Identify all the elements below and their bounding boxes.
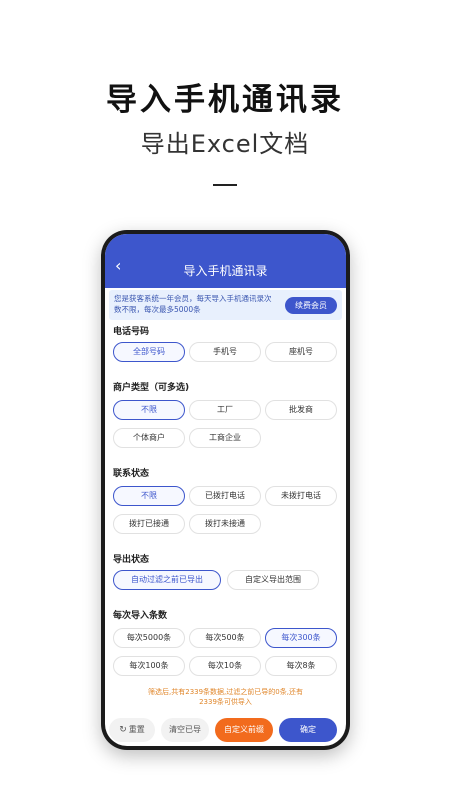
import-count-option-10[interactable]: 每次10条 (189, 656, 261, 676)
phone-type-option-mobile[interactable]: 手机号 (189, 342, 261, 362)
membership-notice-text: 您是获客系统一年会员，每天导入手机通讯录次数不限，每次最多5000条 (114, 294, 272, 314)
promo-subtitle: 导出Excel文档 (140, 130, 310, 158)
page-title: 导入手机通讯录 (183, 264, 268, 278)
import-count-option-5000[interactable]: 每次5000条 (113, 628, 185, 648)
merchant-type-label: 商户类型（可多选) (113, 383, 190, 393)
action-bar: ↻ 重置 清空已导 自定义前缀 确定 (105, 718, 346, 746)
contact-status-option-called[interactable]: 已拨打电话 (189, 486, 261, 506)
filter-summary: 筛选后,共有2339条数据,过滤之前已导的0条,还有 2339条可供导入 (115, 687, 336, 707)
clear-imported-button[interactable]: 清空已导 (161, 718, 209, 742)
membership-notice: 您是获客系统一年会员，每天导入手机通讯录次数不限，每次最多5000条 续费会员 (109, 290, 342, 320)
merchant-type-option-factory[interactable]: 工厂 (189, 400, 261, 420)
merchant-type-option-enterprise[interactable]: 工商企业 (189, 428, 261, 448)
reset-button[interactable]: ↻ 重置 (109, 718, 155, 742)
reset-button-label: 重置 (128, 725, 145, 734)
import-count-option-300[interactable]: 每次300条 (265, 628, 337, 648)
phone-type-option-all[interactable]: 全部号码 (113, 342, 185, 362)
contact-status-option-unlimited[interactable]: 不限 (113, 486, 185, 506)
filter-summary-line1: 筛选后,共有2339条数据,过滤之前已导的0条,还有 (148, 688, 303, 696)
phone-frame: ‹ 导入手机通讯录 您是获客系统一年会员，每天导入手机通讯录次数不限，每次最多5… (101, 230, 350, 750)
promo-divider (213, 184, 237, 186)
contact-status-option-not-called[interactable]: 未拨打电话 (265, 486, 337, 506)
phone-type-option-landline[interactable]: 座机号 (265, 342, 337, 362)
import-count-option-100[interactable]: 每次100条 (113, 656, 185, 676)
refresh-icon: ↻ (119, 725, 127, 735)
app-bar: ‹ 导入手机通讯录 (105, 234, 346, 288)
promo-title: 导入手机通讯录 (106, 82, 344, 118)
phone-screen: ‹ 导入手机通讯录 您是获客系统一年会员，每天导入手机通讯录次数不限，每次最多5… (105, 234, 346, 746)
contact-status-option-not-connected[interactable]: 拨打未接通 (189, 514, 261, 534)
merchant-type-option-wholesaler[interactable]: 批发商 (265, 400, 337, 420)
phone-type-label: 电话号码 (113, 327, 150, 337)
import-count-option-500[interactable]: 每次500条 (189, 628, 261, 648)
merchant-type-option-individual[interactable]: 个体商户 (113, 428, 185, 448)
contact-status-label: 联系状态 (113, 469, 150, 479)
import-count-label: 每次导入条数 (113, 611, 168, 621)
confirm-button[interactable]: 确定 (279, 718, 337, 742)
export-status-label: 导出状态 (113, 555, 150, 565)
export-status-option-custom-range[interactable]: 自定义导出范围 (227, 570, 319, 590)
export-status-option-auto-filter[interactable]: 自动过滤之前已导出 (113, 570, 221, 590)
custom-prefix-button[interactable]: 自定义前缀 (215, 718, 273, 742)
renew-membership-button[interactable]: 续费会员 (285, 297, 337, 314)
filter-summary-line2: 2339条可供导入 (199, 698, 252, 706)
merchant-type-option-unlimited[interactable]: 不限 (113, 400, 185, 420)
import-count-option-8[interactable]: 每次8条 (265, 656, 337, 676)
contact-status-option-connected[interactable]: 拨打已接通 (113, 514, 185, 534)
